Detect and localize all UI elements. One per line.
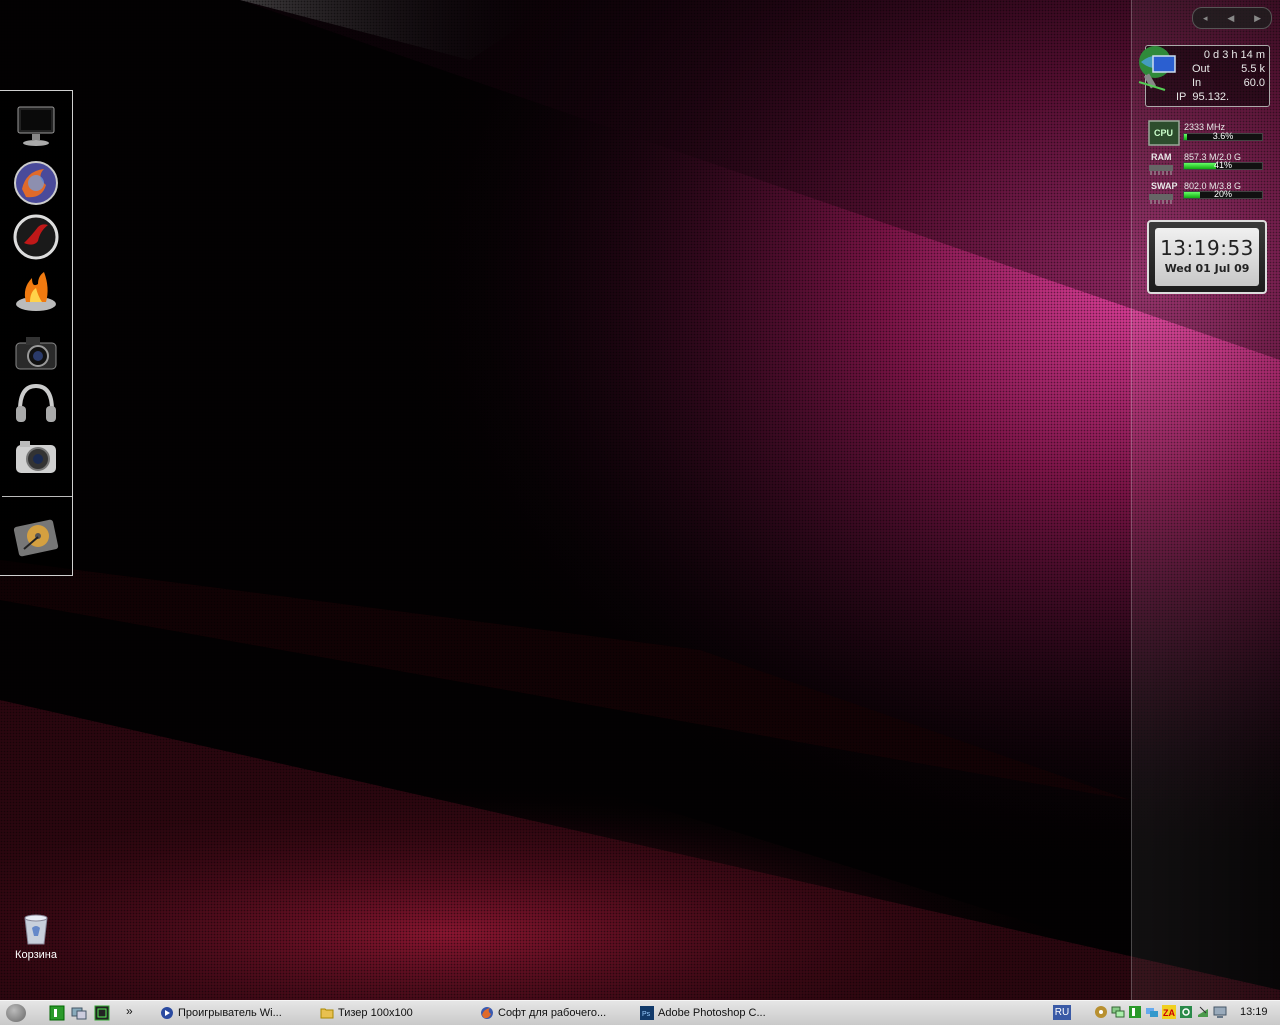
taskbar-item-label: Проигрыватель Wi... xyxy=(178,1007,282,1019)
globe-network-icon xyxy=(1138,46,1176,91)
taskbar-clock[interactable]: 13:19 xyxy=(1240,1006,1268,1018)
recycle-bin-label: Корзина xyxy=(15,949,57,961)
start-button[interactable] xyxy=(6,1004,26,1022)
swap-percent: 20% xyxy=(1213,189,1232,199)
swap-bar: 20% xyxy=(1183,189,1263,199)
sidebar-back-button[interactable]: ◀ xyxy=(1227,13,1234,24)
in-value: 60.0 xyxy=(1243,77,1265,89)
screen-capture-icon[interactable] xyxy=(94,1005,110,1021)
taskbar: » Проигрыватель Wi... Тизер 100x100 Софт… xyxy=(0,1000,1280,1025)
language-indicator[interactable]: RU xyxy=(1053,1005,1071,1020)
taskbar-item-label: Софт для рабочего... xyxy=(498,1007,607,1019)
camera-icon[interactable] xyxy=(10,327,62,379)
taskbar-item-media-player[interactable]: Проигрыватель Wi... xyxy=(160,1003,282,1023)
gadget-sidebar xyxy=(1131,0,1280,1000)
taskbar-item-label: Тизер 100x100 xyxy=(338,1007,413,1019)
cpu-bar: 3.6% xyxy=(1183,131,1263,141)
clock-face: 13:19:53 Wed 01 Jul 09 xyxy=(1155,228,1259,286)
audio-icon[interactable] xyxy=(1094,1005,1108,1019)
network-icon[interactable] xyxy=(1111,1005,1125,1019)
sidebar-nav: ◂ ◀ ▶ xyxy=(1192,7,1272,29)
clock-date: Wed 01 Jul 09 xyxy=(1164,262,1250,275)
photoshop-icon: Ps xyxy=(640,1006,654,1020)
dock-separator xyxy=(2,496,72,497)
pc-icon[interactable] xyxy=(1213,1005,1227,1019)
firefox-icon[interactable] xyxy=(10,157,62,209)
uptime-value: 0 d 3 h 14 m xyxy=(1203,49,1265,61)
folder-icon xyxy=(320,1008,334,1019)
green-app-icon[interactable] xyxy=(49,1005,65,1021)
flash-icon[interactable] xyxy=(10,211,62,263)
swap-chip-icon xyxy=(1149,194,1173,204)
out-label: Out xyxy=(1192,63,1210,75)
sync-icon[interactable] xyxy=(1179,1005,1193,1019)
sidebar-next-button[interactable]: ▶ xyxy=(1254,13,1261,24)
headphones-icon[interactable] xyxy=(10,378,62,430)
firefox-icon xyxy=(481,1007,493,1019)
taskbar-item-photoshop[interactable]: Ps Adobe Photoshop C... xyxy=(640,1003,766,1023)
ip-value: 95.132. xyxy=(1192,91,1230,103)
desktop-wallpaper xyxy=(0,0,1280,1000)
sidebar-prev-button[interactable]: ◂ xyxy=(1203,13,1208,24)
hard-drive-icon[interactable] xyxy=(10,511,62,563)
ram-label: RAM xyxy=(1151,152,1172,162)
ram-chip-icon xyxy=(1149,165,1173,175)
green-status-icon[interactable] xyxy=(1128,1005,1142,1019)
ram-bar: 41% xyxy=(1183,160,1263,170)
taskbar-item-firefox[interactable]: Софт для рабочего... xyxy=(480,1003,606,1023)
clock-gadget[interactable]: 13:19:53 Wed 01 Jul 09 xyxy=(1147,220,1267,294)
media-player-icon xyxy=(161,1007,173,1019)
taskbar-item-folder[interactable]: Тизер 100x100 xyxy=(320,1003,413,1023)
burning-disc-icon[interactable] xyxy=(10,266,62,318)
download-icon[interactable] xyxy=(1196,1005,1210,1019)
icon-dock xyxy=(0,90,73,576)
in-label: In xyxy=(1192,77,1202,89)
out-value: 5.5 k xyxy=(1241,63,1265,75)
recycle-bin-icon xyxy=(24,914,48,945)
ram-percent: 41% xyxy=(1213,160,1232,170)
zonealarm-icon[interactable]: ZA xyxy=(1162,1005,1176,1019)
cpu-label: CPU xyxy=(1154,128,1174,138)
connection-icon[interactable] xyxy=(1145,1005,1159,1019)
clock-time: 13:19:53 xyxy=(1160,236,1254,260)
svg-text:Ps: Ps xyxy=(642,1011,651,1018)
network-monitor-icon[interactable] xyxy=(71,1005,87,1021)
quick-launch-overflow[interactable]: » xyxy=(126,1004,133,1018)
taskbar-item-label: Adobe Photoshop C... xyxy=(658,1007,766,1019)
monitor-icon[interactable] xyxy=(10,99,62,151)
svg-text:ZA: ZA xyxy=(1163,1008,1175,1018)
swap-label: SWAP xyxy=(1151,181,1178,191)
recycle-bin[interactable]: Корзина xyxy=(8,912,64,961)
photo-camera-icon[interactable] xyxy=(10,431,62,483)
cpu-percent: 3.6% xyxy=(1212,131,1234,141)
